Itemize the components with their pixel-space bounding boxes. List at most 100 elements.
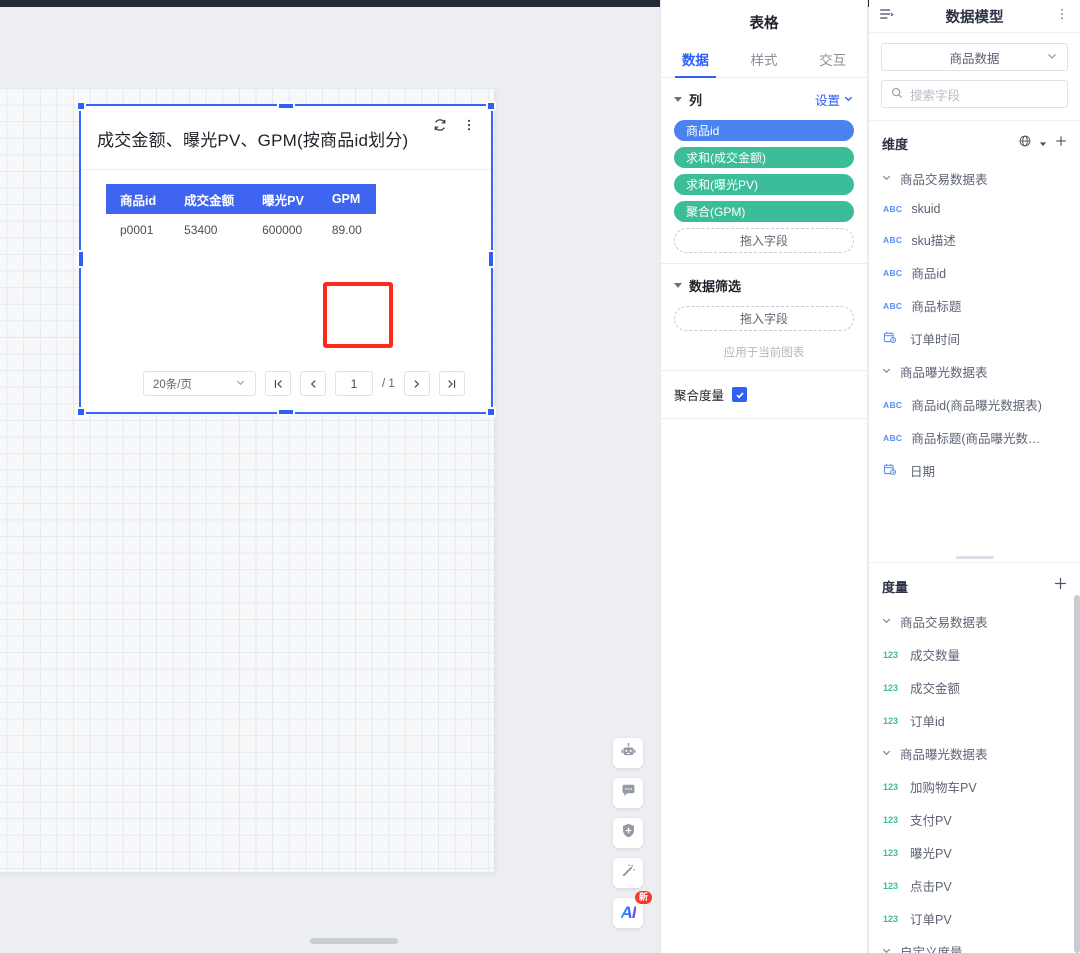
data-table[interactable]: 商品id 成交金额 曝光PV GPM p0001 53400 600000 89… <box>106 184 376 246</box>
chart-widget[interactable]: 成交金额、曝光PV、GPM(按商品id划分) <box>79 104 493 414</box>
more-vertical-icon[interactable] <box>1055 7 1069 26</box>
magic-wand-button[interactable] <box>613 858 643 888</box>
widget-title: 成交金额、曝光PV、GPM(按商品id划分) <box>97 126 423 151</box>
prev-page-button[interactable] <box>300 371 326 396</box>
chevron-down-icon <box>881 172 892 186</box>
filter-drop-zone[interactable]: 拖入字段 <box>674 306 854 331</box>
tab-style[interactable]: 样式 <box>730 40 799 77</box>
abc-type-icon: ABC <box>883 268 902 278</box>
widget-actions[interactable] <box>427 112 481 137</box>
collapse-caret-icon[interactable] <box>674 283 682 288</box>
measure-group[interactable]: 商品交易数据表 <box>869 605 1080 638</box>
dimension-field[interactable]: ABC 商品id <box>869 256 1080 289</box>
number-type-icon: 123 <box>883 782 901 792</box>
shield-add-button[interactable] <box>613 818 643 848</box>
dimension-field-label: 商品id <box>911 263 946 282</box>
collapse-caret-icon[interactable] <box>674 97 682 102</box>
first-page-button[interactable] <box>265 371 291 396</box>
plus-icon[interactable] <box>1054 134 1068 153</box>
field-pill-dimension[interactable]: 商品id <box>674 120 854 141</box>
dimension-field[interactable]: 订单时间 <box>869 322 1080 355</box>
dimension-field[interactable]: ABC skuid <box>869 195 1080 223</box>
robot-icon <box>620 742 637 764</box>
filter-scope-hint: 应用于当前图表 <box>674 344 854 360</box>
widget-more-button[interactable] <box>456 112 481 137</box>
aggregate-measure-label: 聚合度量 <box>674 385 724 404</box>
canvas-area[interactable]: 成交金额、曝光PV、GPM(按商品id划分) <box>0 7 660 945</box>
resize-handle-top-left[interactable] <box>76 101 86 111</box>
comment-button[interactable] <box>613 778 643 808</box>
table-header-cell[interactable]: 成交金额 <box>170 184 248 214</box>
field-pill-measure[interactable]: 聚合(GPM) <box>674 201 854 222</box>
pagination[interactable]: 20条/页 1 <box>143 371 465 396</box>
measure-group[interactable]: 商品曝光数据表 <box>869 737 1080 770</box>
resize-handle-top-center[interactable] <box>277 102 295 110</box>
table-header-cell[interactable]: GPM <box>318 184 376 214</box>
scrollbar-thumb[interactable] <box>310 938 398 944</box>
columns-settings-button[interactable]: 设置 <box>815 90 854 109</box>
columns-drop-zone[interactable]: 拖入字段 <box>674 228 854 253</box>
right-panel-scrollbar[interactable] <box>1074 595 1080 953</box>
ai-button[interactable]: AI 新 <box>613 898 643 928</box>
robot-assistant-button[interactable] <box>613 738 643 768</box>
resize-handle-right-center[interactable] <box>487 250 495 268</box>
config-tabs[interactable]: 数据 样式 交互 <box>661 40 867 78</box>
filter-section-header: 数据筛选 <box>674 276 854 295</box>
tab-data[interactable]: 数据 <box>661 40 730 77</box>
measure-field[interactable]: 123 订单PV <box>869 902 1080 935</box>
measure-field[interactable]: 123 点击PV <box>869 869 1080 902</box>
resize-handle-top-right[interactable] <box>486 101 496 111</box>
measure-group[interactable]: 自定义度量 <box>869 935 1080 953</box>
aggregate-measure-checkbox[interactable] <box>732 387 747 402</box>
resize-handle-bottom-center[interactable] <box>277 408 295 416</box>
measure-field[interactable]: 123 支付PV <box>869 803 1080 836</box>
measure-field[interactable]: 123 曝光PV <box>869 836 1080 869</box>
search-icon <box>891 87 903 102</box>
field-pill-measure[interactable]: 求和(成交金额) <box>674 147 854 168</box>
chevron-down-icon[interactable] <box>1039 135 1047 153</box>
columns-section-header: 列 设置 <box>674 90 854 109</box>
plus-icon[interactable] <box>1053 576 1068 596</box>
dimension-field[interactable]: ABC 商品标题 <box>869 289 1080 322</box>
canvas-horizontal-scrollbar[interactable] <box>0 937 660 945</box>
table-header-cell[interactable]: 商品id <box>106 184 170 214</box>
dimension-group[interactable]: 商品交易数据表 <box>869 162 1080 195</box>
dataset-select[interactable]: 商品数据 <box>881 43 1068 71</box>
measure-field[interactable]: 123 成交金额 <box>869 671 1080 704</box>
number-type-icon: 123 <box>883 683 901 693</box>
resize-handle-bottom-right[interactable] <box>486 407 496 417</box>
resize-handle-left-center[interactable] <box>77 250 85 268</box>
dimension-field[interactable]: ABC 商品标题(商品曝光数… <box>869 421 1080 454</box>
resize-handle-bottom-left[interactable] <box>76 407 86 417</box>
data-model-panel: 数据模型 商品数据 <box>869 0 1080 953</box>
tab-interaction[interactable]: 交互 <box>798 40 867 77</box>
dataset-search-block: 商品数据 搜索字段 <box>869 33 1080 121</box>
number-type-icon: 123 <box>883 815 901 825</box>
panel-resize-divider[interactable] <box>869 553 1080 563</box>
next-page-button[interactable] <box>404 371 430 396</box>
field-search-input[interactable]: 搜索字段 <box>881 80 1068 108</box>
dimension-field[interactable]: 日期 <box>869 454 1080 487</box>
measure-field[interactable]: 123 订单id <box>869 704 1080 737</box>
number-type-icon: 123 <box>883 848 901 858</box>
dimension-group-label: 商品交易数据表 <box>900 169 988 188</box>
measure-field[interactable]: 123 成交数量 <box>869 638 1080 671</box>
canvas-float-toolbar[interactable]: AI 新 <box>613 738 643 928</box>
measures-section: 度量 商品交易数据表 123 成交数量 <box>869 563 1080 953</box>
dimension-field[interactable]: ABC sku描述 <box>869 223 1080 256</box>
page-size-select[interactable]: 20条/页 <box>143 371 256 396</box>
aggregate-measure-row[interactable]: 聚合度量 <box>661 371 867 419</box>
measure-field-label: 曝光PV <box>910 843 952 862</box>
last-page-button[interactable] <box>439 371 465 396</box>
dimension-field-label: sku描述 <box>911 230 955 249</box>
measure-field[interactable]: 123 加购物车PV <box>869 770 1080 803</box>
dimension-group[interactable]: 商品曝光数据表 <box>869 355 1080 388</box>
field-pill-measure[interactable]: 求和(曝光PV) <box>674 174 854 195</box>
number-type-icon: 123 <box>883 650 901 660</box>
globe-icon[interactable] <box>1018 134 1032 153</box>
dimension-field[interactable]: ABC 商品id(商品曝光数据表) <box>869 388 1080 421</box>
current-page-input[interactable]: 1 <box>335 371 373 396</box>
table-header-cell[interactable]: 曝光PV <box>248 184 318 214</box>
list-toggle-icon[interactable] <box>878 6 894 27</box>
refresh-button[interactable] <box>427 112 452 137</box>
